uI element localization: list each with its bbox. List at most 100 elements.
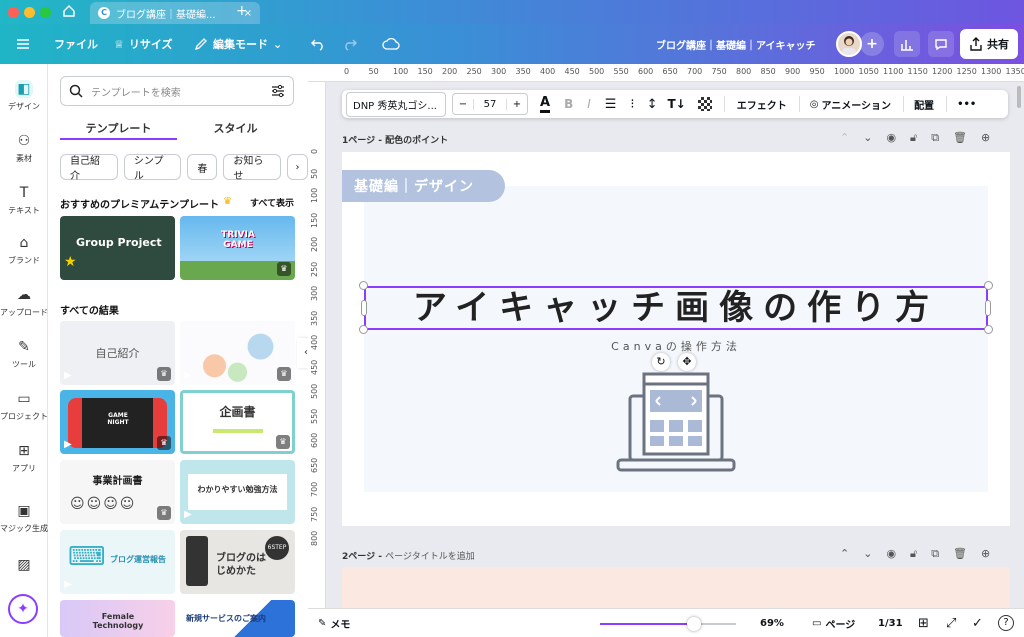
rail-item-brand[interactable]: ⌂ ブランド	[0, 234, 48, 266]
template-thumb-blog-report[interactable]: ⌨ ブログ運営報告 ▶	[60, 530, 175, 594]
resize-handle[interactable]	[984, 325, 993, 334]
resize-handle-right[interactable]	[985, 300, 991, 316]
line-spacing-icon[interactable]: ↕	[647, 97, 658, 112]
rail-item-text[interactable]: T テキスト	[0, 184, 48, 216]
template-thumb-jigyo[interactable]: 事業計画書 ☺☺☺☺ ♛	[60, 460, 175, 524]
home-icon[interactable]	[60, 4, 78, 20]
decrease-font-size-button[interactable]: −	[453, 99, 473, 110]
hide-icon[interactable]: ◉	[886, 131, 896, 145]
fullscreen-icon[interactable]: ⤢	[946, 616, 956, 631]
zoom-slider-handle[interactable]	[686, 617, 701, 631]
template-thumb-trivia[interactable]: TRIVIA GAME ♛	[180, 216, 295, 280]
design-page-2[interactable]	[342, 567, 1010, 608]
transparency-icon[interactable]	[697, 97, 712, 111]
magic-assistant-button[interactable]: ✦	[8, 594, 38, 624]
template-thumb-kikakusho[interactable]: 企画書 ♛	[180, 390, 295, 454]
template-thumb-blog-hajime[interactable]: ブログのはじめかた 6STEP	[180, 530, 295, 594]
bold-icon[interactable]: B	[564, 97, 573, 111]
increase-font-size-button[interactable]: +	[507, 99, 527, 110]
resize-handle-left[interactable]	[361, 300, 367, 316]
lock-icon[interactable]: 🔓︎	[910, 131, 917, 145]
italic-icon[interactable]: I	[587, 97, 591, 111]
resize-handle[interactable]	[984, 281, 993, 290]
new-tab-button[interactable]: +	[236, 3, 248, 19]
category-tag[interactable]: 基礎編｜デザイン	[342, 170, 505, 202]
move-down-icon[interactable]: ⌄	[863, 131, 872, 145]
add-page-icon[interactable]: ⊕	[981, 547, 990, 561]
rail-item-elements[interactable]: ⚇ 素材	[0, 132, 48, 164]
file-menu-button[interactable]: ファイル	[54, 24, 98, 64]
add-collaborator-button[interactable]: +	[860, 32, 884, 56]
document-title[interactable]: ブログ講座｜基礎編｜アイキャッチ	[656, 24, 816, 64]
rail-item-projects[interactable]: ▭ プロジェクト	[0, 390, 48, 422]
avatar[interactable]	[836, 31, 862, 57]
search-input[interactable]: テンプレートを検索	[91, 84, 263, 99]
rail-item-tools[interactable]: ✎ ツール	[0, 338, 48, 370]
laptop-illustration[interactable]	[616, 370, 736, 474]
hide-icon[interactable]: ◉	[886, 547, 896, 561]
browser-tab[interactable]: C ブログ講座｜基礎編... ×	[90, 2, 260, 24]
chips-next-button[interactable]: ›	[287, 154, 308, 180]
comments-button[interactable]	[928, 31, 954, 57]
page-1-label[interactable]: 1ページ - 配色のポイント	[342, 133, 448, 146]
check-icon[interactable]: ✓	[972, 616, 983, 631]
rail-item-apps[interactable]: ⊞ アプリ	[0, 442, 48, 474]
page-2-title-placeholder[interactable]: ページタイトルを追加	[385, 552, 475, 562]
rail-item-design[interactable]: ◧ デザイン	[0, 80, 48, 112]
edit-mode-button[interactable]: 編集モード ⌄	[194, 24, 282, 64]
template-search[interactable]: テンプレートを検索	[60, 76, 294, 106]
font-selector[interactable]: DNP 秀英丸ゴシ...	[346, 91, 446, 117]
help-icon[interactable]: ?	[998, 615, 1014, 631]
resize-handle[interactable]	[359, 281, 368, 290]
chip-notice[interactable]: お知らせ	[223, 154, 282, 182]
zoom-slider[interactable]	[600, 617, 736, 631]
undo-button[interactable]	[310, 24, 326, 64]
chip-spring[interactable]: 春	[187, 154, 218, 180]
template-thumb-new-service[interactable]: 新規サービスのご案内	[180, 600, 295, 637]
move-down-icon[interactable]: ⌄	[863, 547, 872, 561]
template-thumb-game-night[interactable]: GAME NIGHT ▶ ♛	[60, 390, 175, 454]
delete-icon[interactable]: 🗑︎	[953, 131, 967, 145]
menu-icon[interactable]	[16, 24, 30, 64]
move-up-icon[interactable]: ⌃	[840, 547, 849, 561]
insights-button[interactable]	[894, 31, 920, 57]
font-size-input[interactable]: 57	[473, 98, 507, 110]
tab-templates[interactable]: テンプレート	[60, 116, 177, 140]
cloud-save-icon[interactable]	[382, 24, 400, 64]
minimize-window-button[interactable]	[24, 7, 35, 18]
resize-button[interactable]: ♕ リサイズ	[114, 24, 173, 64]
zoom-level[interactable]: 69%	[760, 618, 784, 629]
rail-item-photos[interactable]: ▨	[0, 556, 48, 577]
grid-view-icon[interactable]: ⊞	[918, 616, 929, 631]
redo-button[interactable]	[342, 24, 358, 64]
design-page-1[interactable]: 基礎編｜デザイン アイキャッチ画像の作り方 Canvaの操作方法 ↻ ✥	[342, 152, 1010, 526]
canvas-scrollbar[interactable]	[1017, 86, 1021, 108]
template-thumb-self-intro[interactable]: 自己紹介 ▶ ♛	[60, 321, 175, 385]
rotate-icon[interactable]: ↻	[652, 353, 670, 371]
chip-simple[interactable]: シンプル	[123, 154, 182, 182]
text-color-icon[interactable]: A	[540, 95, 551, 113]
tab-styles[interactable]: スタイル	[177, 116, 294, 140]
template-thumb-female[interactable]: Female Technology	[60, 600, 175, 637]
position-button[interactable]: 配置	[914, 97, 934, 112]
headline-text[interactable]: アイキャッチ画像の作り方	[364, 286, 988, 330]
chip-self-intro[interactable]: 自己紹介	[60, 154, 118, 182]
duplicate-icon[interactable]: ⧉	[931, 131, 939, 145]
text-direction-icon[interactable]: T↓	[667, 97, 685, 111]
template-thumb-group-project[interactable]: Group Project ★	[60, 216, 175, 280]
pages-button[interactable]: ▭ ページ	[812, 616, 855, 631]
add-page-icon[interactable]: ⊕	[981, 131, 990, 145]
lock-icon[interactable]: 🔓︎	[910, 547, 917, 561]
rail-item-upload[interactable]: ☁ アップロード	[0, 286, 48, 318]
move-icon[interactable]: ✥	[678, 353, 696, 371]
template-thumb-benkyo[interactable]: わかりやすい勉強方法 ▶	[180, 460, 295, 524]
filter-icon[interactable]	[271, 84, 285, 98]
delete-icon[interactable]: 🗑︎	[953, 547, 967, 561]
more-options-icon[interactable]: •••	[957, 99, 976, 110]
see-all-link[interactable]: すべて表示	[250, 196, 294, 211]
resize-handle[interactable]	[359, 325, 368, 334]
subtitle-text[interactable]: Canvaの操作方法	[364, 338, 988, 354]
rail-item-magic[interactable]: ▣ マジック生成	[0, 502, 48, 534]
close-window-button[interactable]	[8, 7, 19, 18]
move-up-icon[interactable]: ⌃	[840, 131, 849, 145]
